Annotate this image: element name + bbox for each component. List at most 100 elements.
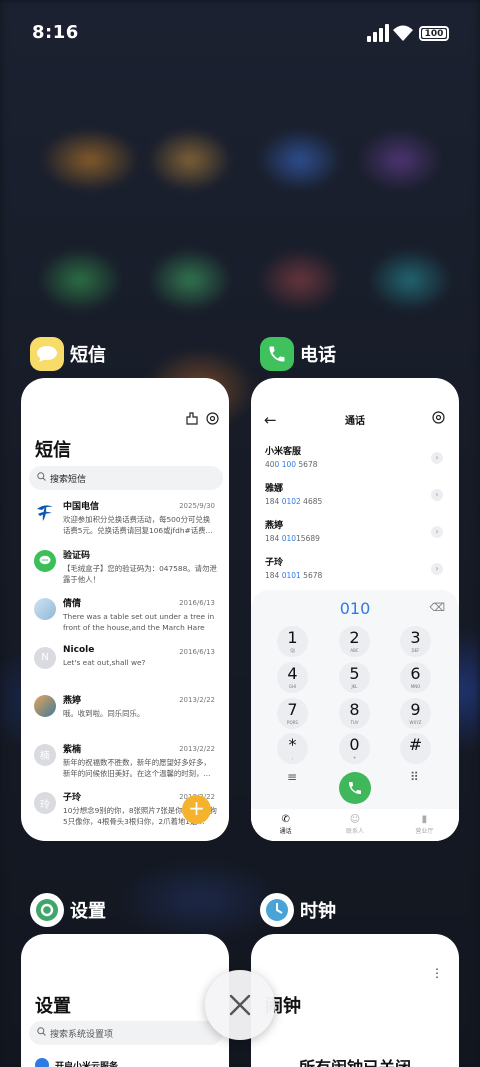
message-date: 2016/6/13 <box>179 647 215 656</box>
sms-recent-card[interactable]: 短信 搜索短信 中国电信 2025/9/30 欢迎参加积分兑换话费活动，每500… <box>21 378 229 841</box>
wifi-icon <box>393 25 413 41</box>
list-item[interactable]: 楠 紫楠 2013/2/22 新年的祝福数不胜数，新年的愿望好多好多，新年的问候… <box>21 742 229 791</box>
battery-icon: 100 <box>419 26 449 41</box>
clear-all-button[interactable] <box>205 970 275 1040</box>
chevron-right-icon: › <box>211 561 215 573</box>
clock-app-header[interactable]: 时钟 <box>260 893 336 927</box>
message-date: 2013/2/22 <box>179 744 215 753</box>
contact-row[interactable]: 燕婷 184 01015689 › <box>265 518 449 548</box>
settings-app-header[interactable]: 设置 <box>30 893 106 927</box>
more-icon[interactable]: ⋮ <box>431 966 443 980</box>
phone-app-icon <box>260 337 294 371</box>
dial-key-8[interactable]: 8 TUV <box>339 698 370 729</box>
list-item[interactable]: 验证码 【毛绒盒子】您的验证码为：047588。请勿泄露于他人！ › <box>21 548 229 597</box>
avatar: 玲 <box>34 792 56 814</box>
dial-key-5[interactable]: 5 JKL <box>339 662 370 693</box>
cloud-icon <box>35 1058 49 1067</box>
contact-number: 184 01015689 <box>265 534 320 543</box>
contact-row[interactable]: 雅娜 184 0102 4685 › <box>265 481 449 511</box>
sim-card-icon: ▮ <box>421 814 428 825</box>
contact-row[interactable]: 子玲 184 0101 5678 › <box>265 555 449 585</box>
settings-app-icon <box>30 893 64 927</box>
dial-key-star[interactable]: *, <box>277 733 308 764</box>
list-item[interactable]: 中国电信 2025/9/30 欢迎参加积分兑换话费活动，每500分可兑换话费5元… <box>21 499 229 548</box>
chevron-right-icon[interactable]: › <box>431 489 443 501</box>
dial-key-7[interactable]: 7 PQRS <box>277 698 308 729</box>
bottom-tab-bar: ✆ 通话 ☺ 联系人 ▮ 营业厅 <box>251 809 459 841</box>
dialed-number: 010 <box>339 599 371 618</box>
phone-icon <box>349 782 361 794</box>
sender-name: 验证码 <box>63 550 91 561</box>
battery-level: 100 <box>424 29 444 39</box>
list-item[interactable]: N Nicole 2016/6/13 Let's eat out,shall w… <box>21 645 229 694</box>
signal-icon <box>367 24 389 42</box>
search-input[interactable]: 搜索系统设置项 <box>29 1021 223 1045</box>
clean-icon[interactable] <box>186 412 198 425</box>
settings-app-name: 设置 <box>70 901 106 922</box>
dialpad: 010 ⌫ 1 QJ 2 ABC 3 DEF 4 GHI 5 JKL 6 MNO 7 PQRS… <box>251 590 459 841</box>
dial-key-0[interactable]: 0 + <box>339 733 370 764</box>
message-date: 2013/2/22 <box>179 696 215 704</box>
close-icon <box>229 994 251 1016</box>
contact-row[interactable]: 小米客服 400 100 5678 › <box>265 444 449 474</box>
list-item[interactable]: 倩倩 2016/6/13 There was a table set out u… <box>21 596 229 645</box>
dial-key-3[interactable]: 3 DEF <box>400 626 431 657</box>
avatar: N <box>34 646 56 669</box>
search-placeholder: 搜索短信 <box>50 474 87 485</box>
list-item[interactable]: 燕婷 2013/2/22 哦。收到啦。同乐同乐。 <box>21 693 229 742</box>
phone-recent-card[interactable]: ← 通话 小米客服 400 100 5678 › 雅娜 184 0102 468… <box>251 378 459 841</box>
tab-calls[interactable]: ✆ 通话 <box>251 809 320 841</box>
search-icon <box>37 1027 46 1039</box>
clock-app-name: 时钟 <box>300 901 336 922</box>
clock-recent-card[interactable]: ⋮ 闹钟 所有闹钟已关闭 <box>251 934 459 1067</box>
page-title: 短信 <box>35 440 71 461</box>
chevron-right-icon[interactable]: › <box>431 452 443 464</box>
avatar <box>34 695 56 717</box>
contact-name: 小米客服 <box>265 447 302 457</box>
alarm-status-text: 所有闹钟已关闭 <box>251 1054 459 1067</box>
avatar: 楠 <box>34 743 56 766</box>
sms-app-icon <box>30 337 64 371</box>
page-title: 通话 <box>345 416 365 427</box>
message-preview: 哦。收到啦。同乐同乐。 <box>63 709 145 718</box>
dial-key-2[interactable]: 2 ABC <box>339 626 370 657</box>
search-input[interactable]: 搜索短信 <box>29 466 223 490</box>
tab-business-hall[interactable]: ▮ 营业厅 <box>390 809 459 841</box>
message-preview: 新年的祝福数不胜数，新年的愿望好多好多，新年的问候依旧美好。在这个温馨的时刻，.… <box>63 757 211 778</box>
contact-name: 子玲 <box>265 558 284 568</box>
avatar <box>34 598 56 620</box>
keypad-icon[interactable]: ⠿ <box>410 770 419 784</box>
contact-number: 400 100 5678 <box>265 460 318 469</box>
status-bar: 8:16 100 <box>0 0 480 68</box>
compose-button[interactable]: + <box>182 795 211 824</box>
search-icon <box>37 472 46 484</box>
clock-app-icon <box>260 893 294 927</box>
phone-app-header[interactable]: 电话 <box>260 337 336 371</box>
contact-number: 184 0102 4685 <box>265 497 323 506</box>
settings-item-cloud[interactable]: 开启小米云服务 <box>35 1058 118 1067</box>
gear-icon[interactable] <box>206 412 219 425</box>
backspace-icon[interactable]: ⌫ <box>429 601 445 614</box>
call-button[interactable] <box>339 772 371 804</box>
dial-key-9[interactable]: 9 WXYZ <box>400 698 431 729</box>
dial-key-1[interactable]: 1 QJ <box>277 626 308 657</box>
message-preview: 【毛绒盒子】您的验证码为：047588。请勿泄露于他人！ <box>63 563 217 584</box>
phone-app-name: 电话 <box>300 345 336 366</box>
menu-icon[interactable]: ≡ <box>287 770 297 784</box>
chevron-right-icon[interactable]: › <box>431 563 443 575</box>
person-icon: ☺ <box>349 814 361 825</box>
sms-app-header[interactable]: 短信 <box>30 337 106 371</box>
dial-key-hash[interactable]: # <box>400 733 431 764</box>
gear-icon[interactable] <box>432 411 445 424</box>
message-date: 2025/9/30 <box>179 502 215 510</box>
sms-app-name: 短信 <box>70 345 106 366</box>
tab-contacts[interactable]: ☺ 联系人 <box>320 809 389 841</box>
message-preview: 欢迎参加积分兑换话费活动，每500分可兑换话费5元。兑换话费请回复106或jfd… <box>63 515 213 535</box>
message-preview: Let's eat out,shall we? <box>63 657 146 667</box>
dial-key-4[interactable]: 4 GHI <box>277 662 308 693</box>
dial-key-6[interactable]: 6 MNO <box>400 662 431 693</box>
settings-recent-card[interactable]: 设置 搜索系统设置项 开启小米云服务 <box>21 934 229 1067</box>
contact-name: 燕婷 <box>265 521 284 531</box>
page-title: 设置 <box>35 996 71 1017</box>
chevron-right-icon[interactable]: › <box>431 526 443 538</box>
